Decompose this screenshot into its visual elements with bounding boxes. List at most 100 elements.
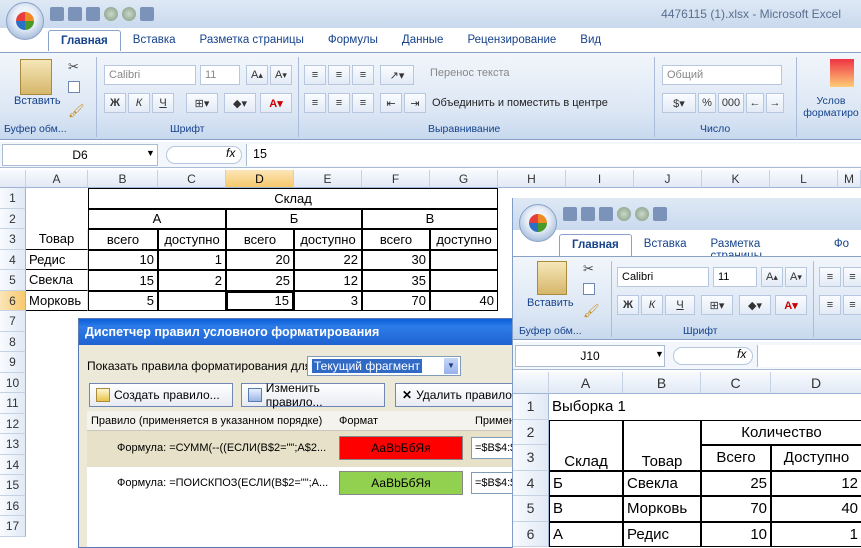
- format-painter-icon[interactable]: 🖌: [68, 103, 85, 119]
- copy-icon[interactable]: [583, 283, 595, 295]
- print-preview-icon[interactable]: [653, 207, 667, 221]
- font-color-icon[interactable]: A▾: [260, 93, 292, 113]
- cell-value[interactable]: 10: [701, 521, 771, 547]
- cell-value[interactable]: 15: [226, 290, 294, 311]
- borders-icon[interactable]: ⊞▾: [701, 295, 733, 315]
- row-header-2[interactable]: 2: [513, 419, 549, 445]
- cut-icon[interactable]: ✂: [583, 261, 594, 277]
- row-header-17[interactable]: 17: [0, 516, 26, 537]
- row-header-6[interactable]: 6: [0, 290, 26, 311]
- tab-data[interactable]: Данные: [390, 30, 456, 51]
- column-header-K[interactable]: K: [702, 170, 770, 188]
- rule-row-2[interactable]: Формула: =ПОИСКПОЗ(ЕСЛИ(B$2="";A... АаВb…: [87, 467, 519, 501]
- increase-indent-icon[interactable]: ⇥: [404, 93, 426, 113]
- borders-icon[interactable]: ⊞▾: [186, 93, 218, 113]
- row-header-15[interactable]: 15: [0, 475, 26, 496]
- decrease-indent-icon[interactable]: ⇤: [380, 93, 402, 113]
- column-header-L[interactable]: L: [770, 170, 838, 188]
- cell-value[interactable]: 70: [701, 496, 771, 522]
- column-header-M[interactable]: M: [838, 170, 861, 188]
- column-header-F[interactable]: F: [362, 170, 430, 188]
- cell-value[interactable]: 25: [226, 270, 294, 291]
- chevron-down-icon[interactable]: ▼: [146, 148, 155, 158]
- paste-icon[interactable]: [20, 59, 52, 95]
- row-header-16[interactable]: 16: [0, 495, 26, 516]
- circle-icon[interactable]: [635, 207, 649, 221]
- align-left-icon[interactable]: ≡: [304, 93, 326, 113]
- formula-input[interactable]: 15: [246, 144, 861, 166]
- copy-icon[interactable]: [68, 81, 80, 93]
- row-header-3[interactable]: 3: [513, 445, 549, 471]
- font-size-combo[interactable]: 11: [200, 65, 240, 85]
- cell-value[interactable]: 1: [158, 249, 226, 270]
- conditional-format-button[interactable]: Услов форматиро: [802, 95, 860, 119]
- cell-value[interactable]: 5: [88, 290, 158, 311]
- column-header-D[interactable]: D: [226, 170, 294, 188]
- row-header-5[interactable]: 5: [513, 496, 549, 522]
- select-all-corner[interactable]: [513, 372, 549, 394]
- edit-rule-button[interactable]: Изменить правило...: [241, 381, 385, 409]
- italic-button[interactable]: К: [641, 295, 663, 315]
- circle-icon[interactable]: [617, 207, 631, 221]
- row-header-1[interactable]: 1: [0, 188, 26, 209]
- align-right-icon[interactable]: ≡: [352, 93, 374, 113]
- formula-input[interactable]: [757, 345, 861, 367]
- row-header-4[interactable]: 4: [0, 249, 26, 270]
- font-size-combo[interactable]: 11: [713, 267, 757, 287]
- row-header-8[interactable]: 8: [0, 331, 26, 352]
- fill-color-icon[interactable]: ◆▾: [739, 295, 771, 315]
- row-header-4[interactable]: 4: [513, 470, 549, 496]
- tab-formulas[interactable]: Формулы: [316, 30, 390, 51]
- cell-value[interactable]: 30: [362, 249, 430, 270]
- row-header-5[interactable]: 5: [0, 270, 26, 291]
- row-header-14[interactable]: 14: [0, 454, 26, 475]
- fx-icon[interactable]: fx: [737, 347, 746, 361]
- cell-value[interactable]: 22: [294, 249, 362, 270]
- save-icon[interactable]: [50, 7, 64, 21]
- cell-value[interactable]: 12: [294, 270, 362, 291]
- rule-row-1[interactable]: Формула: =СУММ(--((ЕСЛИ(B$2="";A$2... Аа…: [87, 431, 519, 467]
- show-rules-select[interactable]: Текущий фрагмент ▼: [307, 356, 461, 376]
- print-preview-icon[interactable]: [140, 7, 154, 21]
- chevron-down-icon[interactable]: ▼: [444, 358, 458, 374]
- align-top-icon[interactable]: ≡: [819, 267, 841, 287]
- select-all-corner[interactable]: [0, 170, 26, 188]
- merge-center-button[interactable]: Объединить и поместить в центре: [432, 97, 608, 109]
- chevron-down-icon[interactable]: ▼: [655, 349, 664, 359]
- cell-value[interactable]: 15: [88, 270, 158, 291]
- row-header-6[interactable]: 6: [513, 521, 549, 547]
- column-header-A[interactable]: A: [26, 170, 88, 188]
- column-header-J[interactable]: J: [634, 170, 702, 188]
- align-bottom-icon[interactable]: ≡: [352, 65, 374, 85]
- increase-decimal-icon[interactable]: ←: [746, 93, 764, 113]
- bold-button[interactable]: Ж: [104, 93, 126, 113]
- column-header-B[interactable]: B: [88, 170, 158, 188]
- cell-value[interactable]: 35: [362, 270, 430, 291]
- bold-button[interactable]: Ж: [617, 295, 639, 315]
- orientation-icon[interactable]: ↗▾: [380, 65, 414, 85]
- column-header-G[interactable]: G: [430, 170, 498, 188]
- fill-color-icon[interactable]: ◆▾: [224, 93, 256, 113]
- cell-value[interactable]: 20: [226, 249, 294, 270]
- row-header-2[interactable]: 2: [0, 208, 26, 229]
- wrap-text-button[interactable]: Перенос текста: [430, 67, 510, 79]
- tab-page-layout[interactable]: Разметка страницы: [188, 30, 316, 51]
- align-middle-icon[interactable]: ≡: [328, 65, 350, 85]
- align-center-icon[interactable]: ≡: [328, 93, 350, 113]
- cell-value[interactable]: 40: [430, 290, 498, 311]
- column-header-D[interactable]: D: [771, 372, 861, 394]
- conditional-format-icon[interactable]: [830, 59, 854, 87]
- align-top-icon[interactable]: ≡: [304, 65, 326, 85]
- redo-icon[interactable]: [86, 7, 100, 21]
- column-header-H[interactable]: H: [498, 170, 566, 188]
- cut-icon[interactable]: ✂: [68, 59, 79, 75]
- percent-button[interactable]: %: [698, 93, 716, 113]
- font-name-combo[interactable]: Calibri: [617, 267, 709, 287]
- thousands-button[interactable]: 000: [718, 93, 744, 113]
- align-center-icon[interactable]: ≡: [843, 295, 861, 315]
- column-header-A[interactable]: A: [549, 372, 623, 394]
- delete-rule-button[interactable]: ✕ Удалить правило: [395, 383, 521, 407]
- row-header-3[interactable]: 3: [0, 229, 26, 250]
- office-button[interactable]: [519, 204, 557, 242]
- row-header-1[interactable]: 1: [513, 394, 549, 420]
